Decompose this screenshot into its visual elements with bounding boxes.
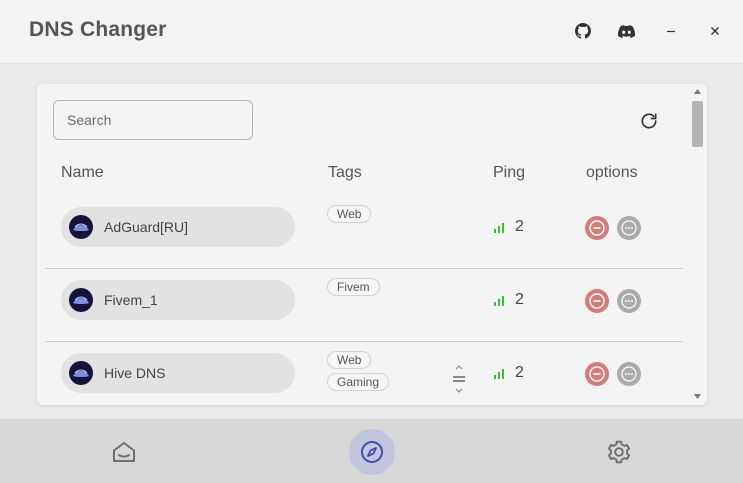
ping-indicator: 2 xyxy=(494,218,524,236)
close-icon xyxy=(711,27,719,35)
remove-button[interactable] xyxy=(585,289,609,313)
column-header-tags: Tags xyxy=(328,164,362,181)
reorder-handle[interactable] xyxy=(445,364,473,394)
discord-icon xyxy=(617,24,635,38)
ping-indicator: 2 xyxy=(494,291,524,309)
ping-value: 2 xyxy=(515,291,524,308)
drag-handle-icon xyxy=(453,365,465,393)
signal-bars-icon xyxy=(494,223,504,233)
tag-list: Fivem xyxy=(327,278,380,296)
nav-explore-button[interactable] xyxy=(349,429,395,475)
column-header-options: options xyxy=(586,164,638,181)
remove-button[interactable] xyxy=(585,216,609,240)
server-name-label: Fivem_1 xyxy=(104,292,158,308)
more-icon xyxy=(621,220,637,236)
nav-home-button[interactable] xyxy=(101,429,147,475)
dns-list-card: Name Tags Ping options AdGuard[RU] Web 2 xyxy=(37,84,707,405)
refresh-icon xyxy=(641,113,657,129)
signal-bars-icon xyxy=(494,296,504,306)
nav-settings-button[interactable] xyxy=(596,429,642,475)
close-button[interactable] xyxy=(704,20,726,42)
content-area: Name Tags Ping options AdGuard[RU] Web 2 xyxy=(0,64,743,419)
tag-badge: Fivem xyxy=(327,278,380,296)
table-row: Fivem_1 Fivem 2 xyxy=(45,269,683,342)
more-icon xyxy=(621,366,637,382)
ping-value: 2 xyxy=(515,364,524,381)
ping-value: 2 xyxy=(515,218,524,235)
refresh-button[interactable] xyxy=(637,109,661,133)
more-options-button[interactable] xyxy=(617,362,641,386)
server-logo-icon xyxy=(69,361,93,385)
remove-icon xyxy=(589,220,605,236)
table-row: Hive DNS Web Gaming 2 xyxy=(45,342,683,405)
scroll-up-arrow[interactable] xyxy=(692,87,703,96)
more-icon xyxy=(621,293,637,309)
remove-icon xyxy=(589,366,605,382)
home-icon xyxy=(113,442,135,462)
scroll-down-arrow[interactable] xyxy=(692,392,703,401)
server-name-label: AdGuard[RU] xyxy=(104,219,189,235)
more-options-button[interactable] xyxy=(617,289,641,313)
remove-button[interactable] xyxy=(585,362,609,386)
gear-icon xyxy=(607,440,631,464)
github-icon xyxy=(575,23,591,39)
discord-button[interactable] xyxy=(615,20,637,42)
table-row: AdGuard[RU] Web 2 xyxy=(45,196,683,269)
remove-icon xyxy=(589,293,605,309)
more-options-button[interactable] xyxy=(617,216,641,240)
column-header-name: Name xyxy=(61,164,104,181)
server-logo-icon xyxy=(69,215,93,239)
server-logo-icon xyxy=(69,288,93,312)
compass-icon xyxy=(361,441,383,463)
dns-server-name[interactable]: Fivem_1 xyxy=(61,280,295,320)
bottom-navigation xyxy=(0,419,743,483)
vertical-scrollbar[interactable] xyxy=(688,84,707,405)
search-input[interactable] xyxy=(53,100,253,140)
tag-list: Web Gaming xyxy=(327,351,390,391)
scrollbar-thumb[interactable] xyxy=(692,101,703,147)
tag-list: Web xyxy=(327,205,372,223)
title-bar: DNS Changer xyxy=(0,0,743,64)
dns-server-name[interactable]: AdGuard[RU] xyxy=(61,207,295,247)
minimize-icon xyxy=(667,30,675,33)
signal-bars-icon xyxy=(494,369,504,379)
server-name-label: Hive DNS xyxy=(104,365,166,381)
github-button[interactable] xyxy=(572,20,594,42)
app-title: DNS Changer xyxy=(29,18,167,41)
tag-badge: Gaming xyxy=(327,373,390,391)
minimize-button[interactable] xyxy=(660,20,682,42)
ping-indicator: 2 xyxy=(494,364,524,382)
tag-badge: Web xyxy=(327,205,372,223)
dns-server-name[interactable]: Hive DNS xyxy=(61,353,295,393)
column-header-ping: Ping xyxy=(493,164,526,181)
tag-badge: Web xyxy=(327,351,372,369)
